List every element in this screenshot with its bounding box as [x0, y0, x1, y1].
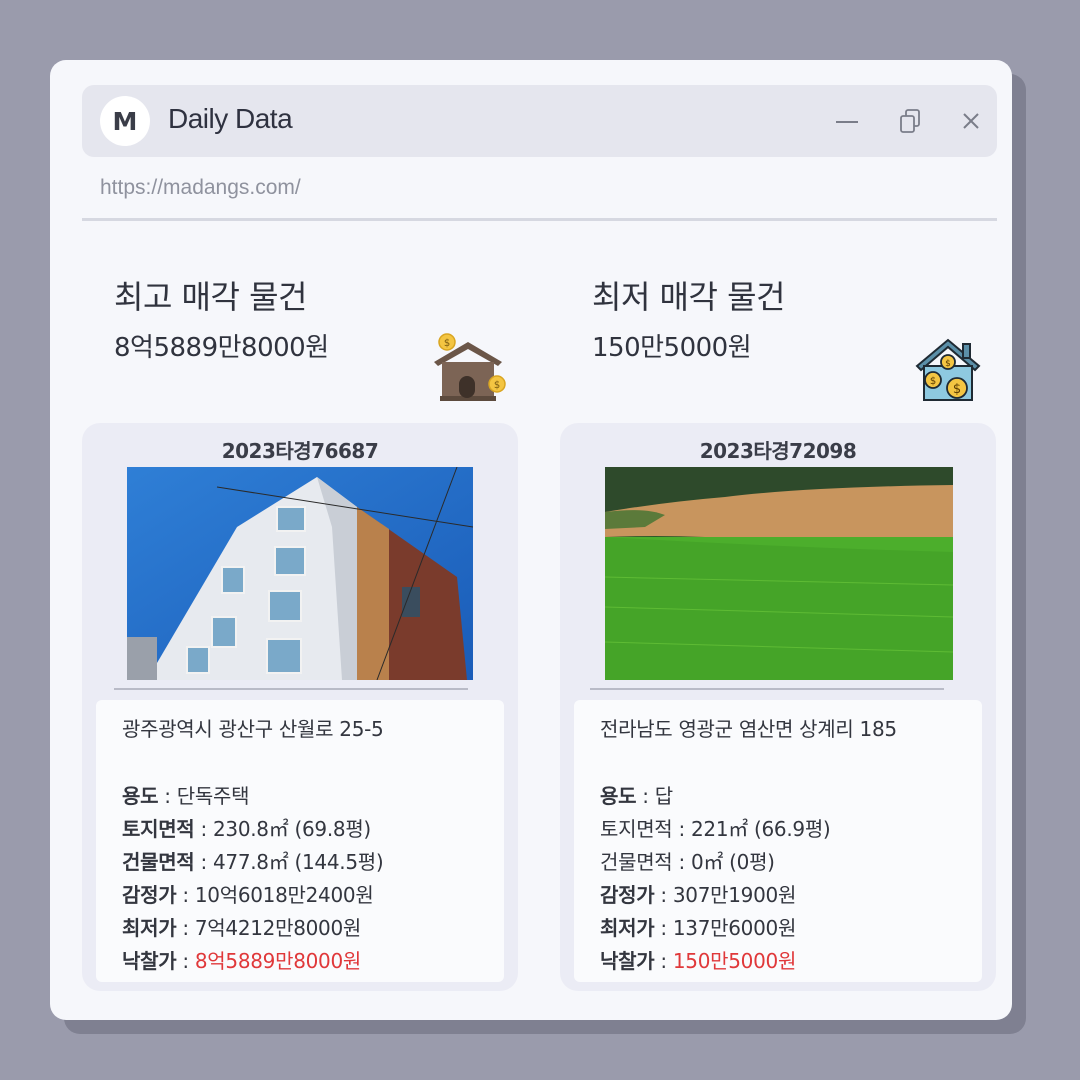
separator: :	[194, 850, 213, 874]
close-icon[interactable]	[957, 107, 985, 135]
building-area-value: 477.8㎡ (144.5평)	[212, 850, 384, 874]
card-divider	[590, 688, 944, 690]
highest-heading: 최고 매각 물건	[114, 278, 307, 316]
row-appraisal: 감정가 : 307만1900원	[600, 879, 796, 908]
url-divider	[82, 218, 997, 221]
separator: :	[176, 916, 195, 940]
svg-text:$: $	[444, 338, 450, 349]
restore-icon[interactable]	[897, 107, 925, 135]
land-area-label: 토지면적	[122, 817, 195, 841]
building-photo[interactable]	[127, 467, 473, 680]
property-info: 전라남도 영광군 염산면 상계리 185 용도 : 답 토지면적 : 221㎡ …	[574, 700, 982, 982]
url-text[interactable]: https://madangs.com/	[100, 176, 301, 200]
building-area-label: 건물면적	[122, 850, 195, 874]
property-address: 전라남도 영광군 염산면 상계리 185	[600, 717, 897, 741]
appraisal-value: 10억6018만2400원	[194, 883, 374, 907]
row-winning-bid: 낙찰가 : 150만5000원	[600, 945, 796, 974]
title-bar: M Daily Data	[82, 85, 997, 157]
building-area-label: 건물면적	[600, 850, 673, 874]
lowest-heading: 최저 매각 물건	[592, 278, 785, 316]
svg-text:$: $	[930, 376, 936, 387]
case-number[interactable]: 2023타경76687	[82, 435, 518, 464]
row-land-area: 토지면적 : 230.8㎡ (69.8평)	[122, 813, 371, 842]
land-area-value: 230.8㎡ (69.8평)	[212, 817, 371, 841]
house-money-icon: $ $	[434, 333, 506, 401]
highest-card[interactable]: 2023타경76687 광주광역시 광산구 산월로 25-5 용도: 단독주택…	[82, 423, 518, 991]
property-address: 광주광역시 광산구 산월로 25-5	[122, 717, 384, 741]
winning-bid-value: 150만5000원	[672, 949, 797, 973]
separator: :	[654, 916, 673, 940]
separator: :	[672, 817, 691, 841]
appraisal-label: 감정가	[600, 883, 655, 907]
land-area-value: 221㎡ (66.9평)	[690, 817, 831, 841]
svg-text:$: $	[494, 380, 500, 391]
separator: :	[654, 883, 673, 907]
separator: :	[194, 817, 213, 841]
row-building-area: 건물면적 : 477.8㎡ (144.5평)	[122, 846, 384, 875]
app-title: Daily Data	[168, 103, 293, 134]
row-land-area: 토지면적 : 221㎡ (66.9평)	[600, 813, 831, 842]
usage-value: 답	[654, 784, 673, 808]
minimize-icon[interactable]	[833, 107, 861, 135]
min-price-value: 7억4212만8000원	[194, 916, 361, 940]
row-usage: 용도 : 답	[600, 780, 673, 809]
row-usage: 용도 : 단독주택	[122, 780, 249, 809]
field-photo[interactable]	[605, 467, 953, 680]
winning-bid-label: 낙찰가	[122, 949, 177, 973]
appraisal-label: 감정가	[122, 883, 177, 907]
app-window: M Daily Data https://madangs.com/ 최고 매각 …	[50, 60, 1012, 1020]
lowest-price: 150만5000원	[592, 333, 752, 363]
svg-text:$: $	[953, 382, 961, 397]
separator: :	[672, 850, 691, 874]
usage-label: 용도	[600, 784, 637, 808]
winning-bid-label: 낙찰가	[600, 949, 655, 973]
case-number[interactable]: 2023타경72098	[560, 435, 996, 464]
separator: :	[158, 784, 177, 808]
svg-text:$: $	[945, 359, 951, 369]
separator: :	[176, 949, 195, 973]
row-appraisal: 감정가 : 10억6018만2400원	[122, 879, 374, 908]
building-area-value: 0㎡ (0평)	[690, 850, 775, 874]
separator: :	[176, 883, 195, 907]
usage-value: 단독주택	[176, 784, 250, 808]
winning-bid-value: 8억5889만8000원	[194, 949, 361, 973]
property-info: 광주광역시 광산구 산월로 25-5 용도 : 단독주택 토지면적 : 230.…	[96, 700, 504, 982]
row-min-price: 최저가 : 137만6000원	[600, 912, 796, 941]
min-price-value: 137만6000원	[672, 916, 797, 940]
usage-label: 용도	[122, 784, 159, 808]
highest-price: 8억5889만8000원	[114, 333, 329, 363]
card-divider	[114, 688, 468, 690]
min-price-label: 최저가	[600, 916, 655, 940]
separator: :	[636, 784, 655, 808]
min-price-label: 최저가	[122, 916, 177, 940]
app-logo: M	[100, 96, 150, 146]
lowest-card[interactable]: 2023타경72098 전라남도 영광군 염산면 상계리 185 용도 : 답 …	[560, 423, 996, 991]
row-building-area: 건물면적 : 0㎡ (0평)	[600, 846, 775, 875]
house-coins-icon: $ $ $	[915, 338, 981, 401]
land-area-label: 토지면적	[600, 817, 673, 841]
row-winning-bid: 낙찰가 : 8억5889만8000원	[122, 945, 361, 974]
separator: :	[654, 949, 673, 973]
appraisal-value: 307만1900원	[672, 883, 797, 907]
row-min-price: 최저가 : 7억4212만8000원	[122, 912, 361, 941]
